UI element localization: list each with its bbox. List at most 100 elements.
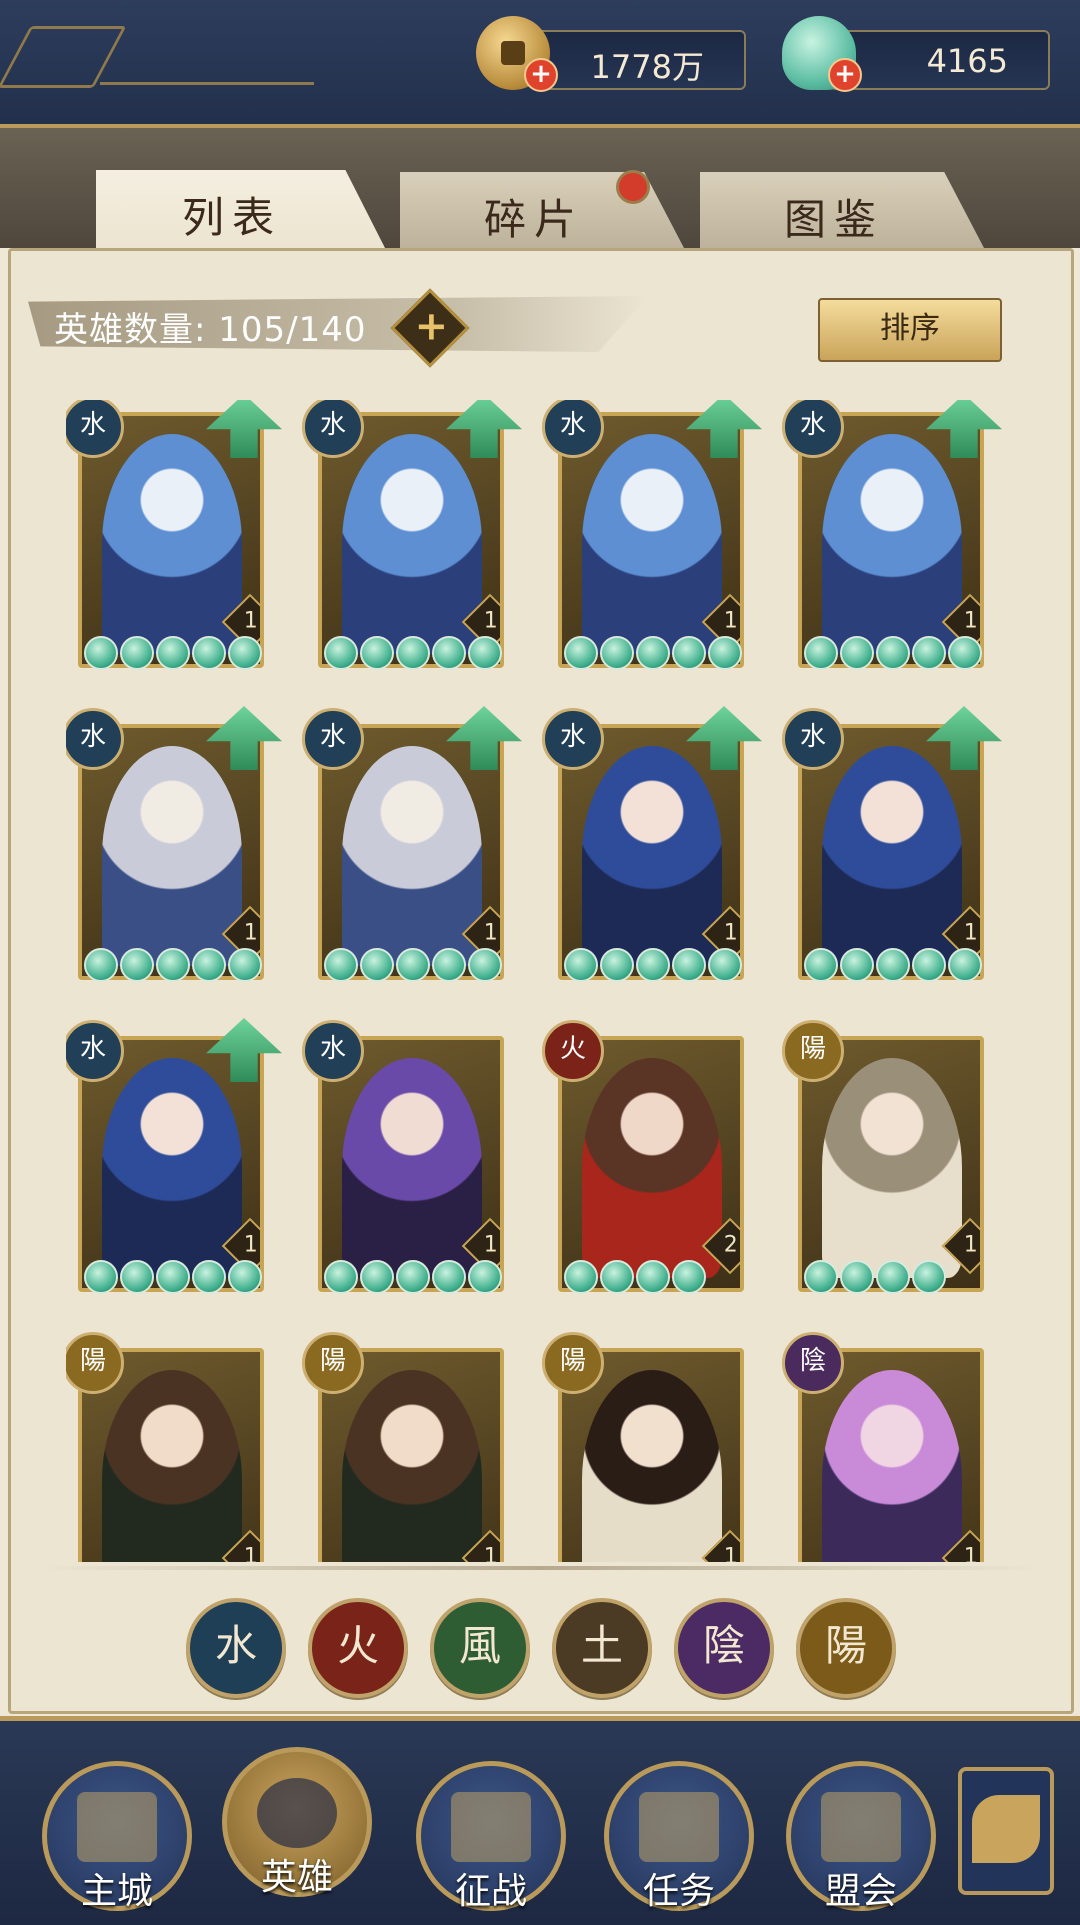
nav-alliance[interactable]: 盟会	[786, 1761, 936, 1912]
star-icon	[636, 948, 670, 982]
hero-card[interactable]: 1 陽	[542, 1332, 746, 1562]
hero-card[interactable]: 1 水	[542, 706, 762, 982]
star-icon	[564, 636, 598, 670]
war-horn-icon	[451, 1792, 531, 1862]
star-icon	[600, 636, 634, 670]
star-icon	[672, 636, 706, 670]
star-icon	[156, 948, 190, 982]
star-icon	[876, 636, 910, 670]
hero-stars	[804, 636, 984, 670]
hero-level: 1	[723, 1544, 738, 1562]
hero-card[interactable]: 1 陰	[782, 1332, 986, 1562]
hero-stars	[564, 948, 744, 982]
star-icon	[324, 948, 358, 982]
star-icon	[192, 636, 226, 670]
hero-card[interactable]: 1 陽	[66, 1332, 266, 1562]
add-gold-button[interactable]: +	[524, 58, 558, 92]
star-icon	[432, 1260, 466, 1294]
filter-wind-button[interactable]: 風	[430, 1598, 530, 1698]
hero-level: 1	[243, 1232, 258, 1258]
star-icon	[672, 1260, 706, 1294]
hero-card[interactable]: 1 水	[302, 400, 522, 670]
star-icon	[804, 1260, 838, 1294]
star-icon	[876, 948, 910, 982]
hero-card[interactable]: 2 火	[542, 1020, 746, 1294]
star-icon	[564, 948, 598, 982]
hero-level: 1	[483, 1232, 498, 1258]
hero-card[interactable]: 1 陽	[782, 1020, 986, 1294]
hero-portrait	[342, 1370, 482, 1562]
nav-main-city-label: 主城	[80, 1871, 153, 1912]
hero-level: 1	[243, 920, 258, 946]
nav-campaign-label: 征战	[454, 1871, 527, 1912]
nav-tasks[interactable]: 任务	[604, 1761, 754, 1912]
hero-stars	[324, 636, 504, 670]
hero-level: 2	[723, 1232, 738, 1258]
hero-level: 1	[963, 1544, 978, 1562]
filter-yin-button[interactable]: 陰	[674, 1598, 774, 1698]
hero-portrait	[822, 1370, 962, 1562]
hero-stars	[564, 1260, 708, 1294]
star-icon	[120, 636, 154, 670]
element-fire-icon: 火	[542, 1020, 604, 1082]
hero-card[interactable]: 1 水	[542, 400, 762, 670]
star-icon	[192, 948, 226, 982]
star-icon	[192, 1260, 226, 1294]
logo-pattern-icon	[0, 26, 127, 88]
star-icon	[672, 948, 706, 982]
star-icon	[84, 636, 118, 670]
top-bar: 1778万 + 4165 +	[0, 0, 1080, 128]
bottom-nav: 主城 英雄 征战 任务 盟会	[0, 1716, 1080, 1925]
nav-main-city[interactable]: 主城	[42, 1761, 192, 1912]
hero-card[interactable]: 1 水	[66, 1018, 282, 1294]
notification-badge	[616, 170, 650, 204]
star-icon	[636, 636, 670, 670]
nav-tasks-label: 任务	[642, 1871, 715, 1912]
hero-card[interactable]: 1 陽	[302, 1332, 506, 1562]
hero-card[interactable]: 1 水	[66, 400, 282, 670]
tab-encyclopedia[interactable]: 图鉴	[700, 172, 984, 248]
nav-heroes[interactable]: 英雄	[222, 1747, 372, 1898]
hero-card[interactable]: 1 水	[302, 706, 522, 982]
add-jade-button[interactable]: +	[828, 58, 862, 92]
nav-heroes-label: 英雄	[260, 1857, 333, 1898]
star-icon	[468, 948, 502, 982]
hero-card[interactable]: 1 水	[302, 1020, 506, 1294]
hero-level: 1	[243, 608, 258, 634]
element-yin-icon: 陰	[782, 1332, 844, 1394]
star-icon	[84, 948, 118, 982]
sort-button[interactable]: 排序	[818, 298, 1002, 362]
hero-card[interactable]: 1 水	[782, 400, 1002, 670]
more-menu-button[interactable]	[958, 1767, 1054, 1895]
hero-stars	[84, 636, 264, 670]
star-icon	[396, 948, 430, 982]
star-icon	[360, 636, 394, 670]
hero-card[interactable]: 1 水	[782, 706, 1002, 982]
hero-level: 1	[723, 920, 738, 946]
star-icon	[396, 1260, 430, 1294]
star-icon	[912, 948, 946, 982]
star-icon	[948, 636, 982, 670]
tab-list-label: 列表	[182, 193, 283, 242]
star-icon	[804, 948, 838, 982]
star-icon	[708, 636, 742, 670]
hero-portrait	[102, 1370, 242, 1562]
hero-level: 1	[483, 920, 498, 946]
hero-level: 1	[963, 1232, 978, 1258]
star-icon	[432, 948, 466, 982]
filter-yang-button[interactable]: 陽	[796, 1598, 896, 1698]
hero-card[interactable]: 1 水	[66, 706, 282, 982]
hero-level: 1	[243, 1544, 258, 1562]
alliance-gate-icon	[821, 1792, 901, 1862]
hero-stars	[84, 1260, 264, 1294]
tab-list[interactable]: 列表	[96, 170, 386, 250]
hero-level: 1	[483, 608, 498, 634]
star-icon	[120, 948, 154, 982]
filter-fire-button[interactable]: 火	[308, 1598, 408, 1698]
filter-earth-button[interactable]: 土	[552, 1598, 652, 1698]
nav-campaign[interactable]: 征战	[416, 1761, 566, 1912]
tab-encyclopedia-label: 图鉴	[784, 195, 885, 244]
filter-water-button[interactable]: 水	[186, 1598, 286, 1698]
star-icon	[360, 948, 394, 982]
tab-fragments-label: 碎片	[484, 195, 585, 244]
